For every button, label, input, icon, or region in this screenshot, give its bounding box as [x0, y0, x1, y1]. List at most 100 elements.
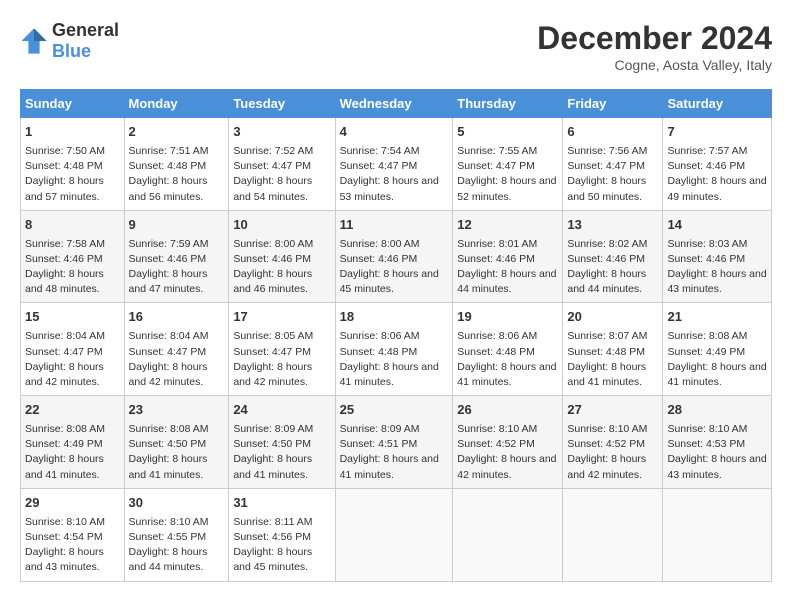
day-number: 29: [25, 494, 120, 513]
calendar-week-1: 1Sunrise: 7:50 AMSunset: 4:48 PMDaylight…: [21, 118, 772, 211]
daylight: Daylight: 8 hours and 53 minutes.: [340, 175, 439, 202]
day-number: 17: [233, 308, 330, 327]
calendar-cell: 30Sunrise: 8:10 AMSunset: 4:55 PMDayligh…: [124, 488, 229, 581]
day-number: 2: [129, 123, 225, 142]
sunset: Sunset: 4:47 PM: [340, 160, 418, 172]
calendar-cell: 18Sunrise: 8:06 AMSunset: 4:48 PMDayligh…: [335, 303, 453, 396]
calendar-cell: 5Sunrise: 7:55 AMSunset: 4:47 PMDaylight…: [453, 118, 563, 211]
calendar-week-2: 8Sunrise: 7:58 AMSunset: 4:46 PMDaylight…: [21, 210, 772, 303]
calendar-cell: [663, 488, 772, 581]
sunset: Sunset: 4:46 PM: [667, 160, 745, 172]
sunrise: Sunrise: 8:01 AM: [457, 238, 537, 250]
sunrise: Sunrise: 7:51 AM: [129, 145, 209, 157]
daylight: Daylight: 8 hours and 54 minutes.: [233, 175, 312, 202]
day-number: 14: [667, 216, 767, 235]
daylight: Daylight: 8 hours and 45 minutes.: [340, 268, 439, 295]
day-number: 12: [457, 216, 558, 235]
daylight: Daylight: 8 hours and 41 minutes.: [129, 453, 208, 480]
sunrise: Sunrise: 7:59 AM: [129, 238, 209, 250]
calendar-table: SundayMondayTuesdayWednesdayThursdayFrid…: [20, 89, 772, 582]
calendar-cell: [453, 488, 563, 581]
daylight: Daylight: 8 hours and 43 minutes.: [667, 453, 766, 480]
daylight: Daylight: 8 hours and 41 minutes.: [457, 361, 556, 388]
calendar-header-row: SundayMondayTuesdayWednesdayThursdayFrid…: [21, 90, 772, 118]
day-number: 3: [233, 123, 330, 142]
sunset: Sunset: 4:48 PM: [129, 160, 207, 172]
sunset: Sunset: 4:48 PM: [567, 346, 645, 358]
day-number: 23: [129, 401, 225, 420]
logo-general: General: [52, 20, 119, 40]
sunrise: Sunrise: 8:05 AM: [233, 330, 313, 342]
sunset: Sunset: 4:54 PM: [25, 531, 103, 543]
calendar-cell: 6Sunrise: 7:56 AMSunset: 4:47 PMDaylight…: [563, 118, 663, 211]
sunset: Sunset: 4:56 PM: [233, 531, 311, 543]
day-number: 25: [340, 401, 449, 420]
sunrise: Sunrise: 8:02 AM: [567, 238, 647, 250]
sunrise: Sunrise: 8:06 AM: [457, 330, 537, 342]
sunset: Sunset: 4:53 PM: [667, 438, 745, 450]
day-number: 6: [567, 123, 658, 142]
logo-blue: Blue: [52, 41, 91, 61]
sunrise: Sunrise: 7:58 AM: [25, 238, 105, 250]
sunset: Sunset: 4:47 PM: [457, 160, 535, 172]
daylight: Daylight: 8 hours and 43 minutes.: [25, 546, 104, 573]
weekday-header-sunday: Sunday: [21, 90, 125, 118]
sunset: Sunset: 4:49 PM: [25, 438, 103, 450]
weekday-header-monday: Monday: [124, 90, 229, 118]
sunset: Sunset: 4:47 PM: [233, 160, 311, 172]
day-number: 21: [667, 308, 767, 327]
daylight: Daylight: 8 hours and 42 minutes.: [457, 453, 556, 480]
calendar-cell: 2Sunrise: 7:51 AMSunset: 4:48 PMDaylight…: [124, 118, 229, 211]
sunset: Sunset: 4:46 PM: [567, 253, 645, 265]
calendar-week-3: 15Sunrise: 8:04 AMSunset: 4:47 PMDayligh…: [21, 303, 772, 396]
title-area: December 2024 Cogne, Aosta Valley, Italy: [537, 20, 772, 73]
calendar-cell: 28Sunrise: 8:10 AMSunset: 4:53 PMDayligh…: [663, 396, 772, 489]
daylight: Daylight: 8 hours and 41 minutes.: [25, 453, 104, 480]
calendar-cell: 13Sunrise: 8:02 AMSunset: 4:46 PMDayligh…: [563, 210, 663, 303]
day-number: 9: [129, 216, 225, 235]
calendar-cell: 7Sunrise: 7:57 AMSunset: 4:46 PMDaylight…: [663, 118, 772, 211]
weekday-header-saturday: Saturday: [663, 90, 772, 118]
sunset: Sunset: 4:46 PM: [129, 253, 207, 265]
sunrise: Sunrise: 8:09 AM: [340, 423, 420, 435]
sunrise: Sunrise: 8:09 AM: [233, 423, 313, 435]
sunrise: Sunrise: 8:04 AM: [25, 330, 105, 342]
daylight: Daylight: 8 hours and 41 minutes.: [667, 361, 766, 388]
sunrise: Sunrise: 8:08 AM: [25, 423, 105, 435]
day-number: 27: [567, 401, 658, 420]
sunrise: Sunrise: 8:11 AM: [233, 516, 312, 528]
sunrise: Sunrise: 8:10 AM: [129, 516, 209, 528]
day-number: 28: [667, 401, 767, 420]
day-number: 18: [340, 308, 449, 327]
weekday-header-wednesday: Wednesday: [335, 90, 453, 118]
daylight: Daylight: 8 hours and 49 minutes.: [667, 175, 766, 202]
calendar-cell: 31Sunrise: 8:11 AMSunset: 4:56 PMDayligh…: [229, 488, 335, 581]
calendar-cell: 9Sunrise: 7:59 AMSunset: 4:46 PMDaylight…: [124, 210, 229, 303]
daylight: Daylight: 8 hours and 41 minutes.: [340, 453, 439, 480]
sunset: Sunset: 4:51 PM: [340, 438, 418, 450]
day-number: 10: [233, 216, 330, 235]
daylight: Daylight: 8 hours and 42 minutes.: [567, 453, 646, 480]
sunrise: Sunrise: 8:06 AM: [340, 330, 420, 342]
day-number: 7: [667, 123, 767, 142]
sunset: Sunset: 4:49 PM: [667, 346, 745, 358]
daylight: Daylight: 8 hours and 43 minutes.: [667, 268, 766, 295]
calendar-cell: 27Sunrise: 8:10 AMSunset: 4:52 PMDayligh…: [563, 396, 663, 489]
daylight: Daylight: 8 hours and 48 minutes.: [25, 268, 104, 295]
sunrise: Sunrise: 7:55 AM: [457, 145, 537, 157]
sunset: Sunset: 4:50 PM: [233, 438, 311, 450]
sunset: Sunset: 4:46 PM: [457, 253, 535, 265]
calendar-week-4: 22Sunrise: 8:08 AMSunset: 4:49 PMDayligh…: [21, 396, 772, 489]
daylight: Daylight: 8 hours and 42 minutes.: [25, 361, 104, 388]
daylight: Daylight: 8 hours and 42 minutes.: [233, 361, 312, 388]
day-number: 4: [340, 123, 449, 142]
sunrise: Sunrise: 8:07 AM: [567, 330, 647, 342]
day-number: 26: [457, 401, 558, 420]
sunrise: Sunrise: 8:00 AM: [233, 238, 313, 250]
daylight: Daylight: 8 hours and 45 minutes.: [233, 546, 312, 573]
page-header: General Blue December 2024 Cogne, Aosta …: [20, 20, 772, 73]
sunrise: Sunrise: 7:50 AM: [25, 145, 105, 157]
month-title: December 2024: [537, 20, 772, 57]
sunrise: Sunrise: 8:03 AM: [667, 238, 747, 250]
calendar-cell: 16Sunrise: 8:04 AMSunset: 4:47 PMDayligh…: [124, 303, 229, 396]
